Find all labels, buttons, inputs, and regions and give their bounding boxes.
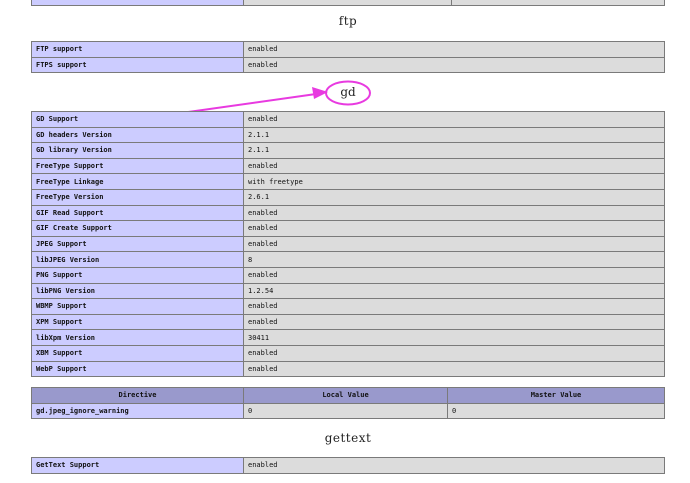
setting-value: enabled bbox=[243, 157, 665, 175]
column-header-directive: Directive bbox=[31, 387, 244, 404]
table-row: FreeType Version 2.6.1 bbox=[31, 188, 665, 206]
setting-value: enabled bbox=[243, 360, 665, 378]
setting-label: libPNG Version bbox=[31, 282, 244, 300]
setting-value: enabled bbox=[243, 111, 665, 128]
setting-value: enabled bbox=[243, 266, 665, 284]
setting-value: 2.6.1 bbox=[243, 188, 665, 206]
setting-label: GD headers Version bbox=[31, 126, 244, 144]
directive-master-value: 0 bbox=[447, 402, 665, 420]
setting-value: 8 bbox=[243, 251, 665, 268]
setting-value: 2.1.1 bbox=[243, 142, 665, 159]
section-title-ftp: ftp bbox=[338, 14, 358, 28]
table-row: JPEG Support enabled bbox=[31, 235, 665, 253]
setting-label: FTPS support bbox=[31, 56, 244, 74]
section-title-gettext: gettext bbox=[324, 431, 372, 445]
table-header-row: Directive Local Value Master Value bbox=[31, 387, 665, 404]
gettext-table: GetText Support enabled bbox=[31, 457, 665, 474]
table-row: GD headers Version 2.1.1 bbox=[31, 126, 665, 144]
setting-value: 2.1.1 bbox=[243, 126, 665, 144]
table-row: FTPS support enabled bbox=[31, 56, 665, 74]
setting-value: enabled bbox=[243, 235, 665, 253]
section-title-gd: gd bbox=[340, 85, 356, 99]
setting-value: enabled bbox=[243, 457, 665, 474]
setting-label: XBM Support bbox=[31, 344, 244, 362]
table-row: GD library Version 2.1.1 bbox=[31, 142, 665, 159]
setting-value: enabled bbox=[243, 298, 665, 315]
setting-label: GD library Version bbox=[31, 142, 244, 159]
table-row: GD Support enabled bbox=[31, 111, 665, 128]
table-row: GIF Create Support enabled bbox=[31, 220, 665, 237]
setting-value: enabled bbox=[243, 313, 665, 331]
setting-label: XPM Support bbox=[31, 313, 244, 331]
setting-value: 30411 bbox=[243, 329, 665, 346]
setting-label: WBMP Support bbox=[31, 298, 244, 315]
gd-directives-table: Directive Local Value Master Value gd.jp… bbox=[31, 387, 665, 420]
setting-label: FreeType Support bbox=[31, 157, 244, 175]
setting-label: libXpm Version bbox=[31, 329, 244, 346]
directive-name: gd.jpeg_ignore_warning bbox=[31, 402, 244, 420]
setting-value: enabled bbox=[243, 220, 665, 237]
setting-value: enabled bbox=[243, 41, 665, 58]
setting-label: FreeType Linkage bbox=[31, 173, 244, 190]
directive-local-value: 0 bbox=[243, 402, 448, 420]
setting-label: libJPEG Version bbox=[31, 251, 244, 268]
ftp-table: FTP support enabled FTPS support enabled bbox=[31, 41, 665, 74]
table-row: XPM Support enabled bbox=[31, 313, 665, 331]
gd-table: GD Support enabled GD headers Version 2.1.… bbox=[31, 111, 665, 378]
table-row: GIF Read Support enabled bbox=[31, 204, 665, 222]
setting-value: enabled bbox=[243, 204, 665, 222]
setting-label: WebP Support bbox=[31, 360, 244, 378]
setting-label: GetText Support bbox=[31, 457, 244, 474]
setting-label: FTP support bbox=[31, 41, 244, 58]
setting-value: enabled bbox=[243, 344, 665, 362]
setting-label: GIF Read Support bbox=[31, 204, 244, 222]
table-row: FreeType Linkage with freetype bbox=[31, 173, 665, 190]
table-row: gd.jpeg_ignore_warning 0 0 bbox=[31, 402, 665, 420]
setting-value: 1.2.54 bbox=[243, 282, 665, 300]
table-row: WebP Support enabled bbox=[31, 360, 665, 378]
setting-label: FreeType Version bbox=[31, 188, 244, 206]
table-row: WBMP Support enabled bbox=[31, 298, 665, 315]
column-header-master-value: Master Value bbox=[447, 387, 665, 404]
column-header-local-value: Local Value bbox=[243, 387, 448, 404]
setting-label: PNG Support bbox=[31, 266, 244, 284]
table-row: GetText Support enabled bbox=[31, 457, 665, 474]
table-row: FTP support enabled bbox=[31, 41, 665, 58]
table-row bbox=[31, 0, 665, 6]
setting-label bbox=[31, 0, 244, 6]
table-row: XBM Support enabled bbox=[31, 344, 665, 362]
setting-label: GIF Create Support bbox=[31, 220, 244, 237]
table-row: libXpm Version 30411 bbox=[31, 329, 665, 346]
table-row: PNG Support enabled bbox=[31, 266, 665, 284]
setting-value: with freetype bbox=[243, 173, 665, 190]
setting-label: GD Support bbox=[31, 111, 244, 128]
previous-section-table-fragment bbox=[31, 0, 665, 6]
setting-label: JPEG Support bbox=[31, 235, 244, 253]
table-row: FreeType Support enabled bbox=[31, 157, 665, 175]
setting-value bbox=[451, 0, 665, 6]
table-row: libJPEG Version 8 bbox=[31, 251, 665, 268]
setting-value: enabled bbox=[243, 56, 665, 74]
setting-value bbox=[243, 0, 452, 6]
table-row: libPNG Version 1.2.54 bbox=[31, 282, 665, 300]
